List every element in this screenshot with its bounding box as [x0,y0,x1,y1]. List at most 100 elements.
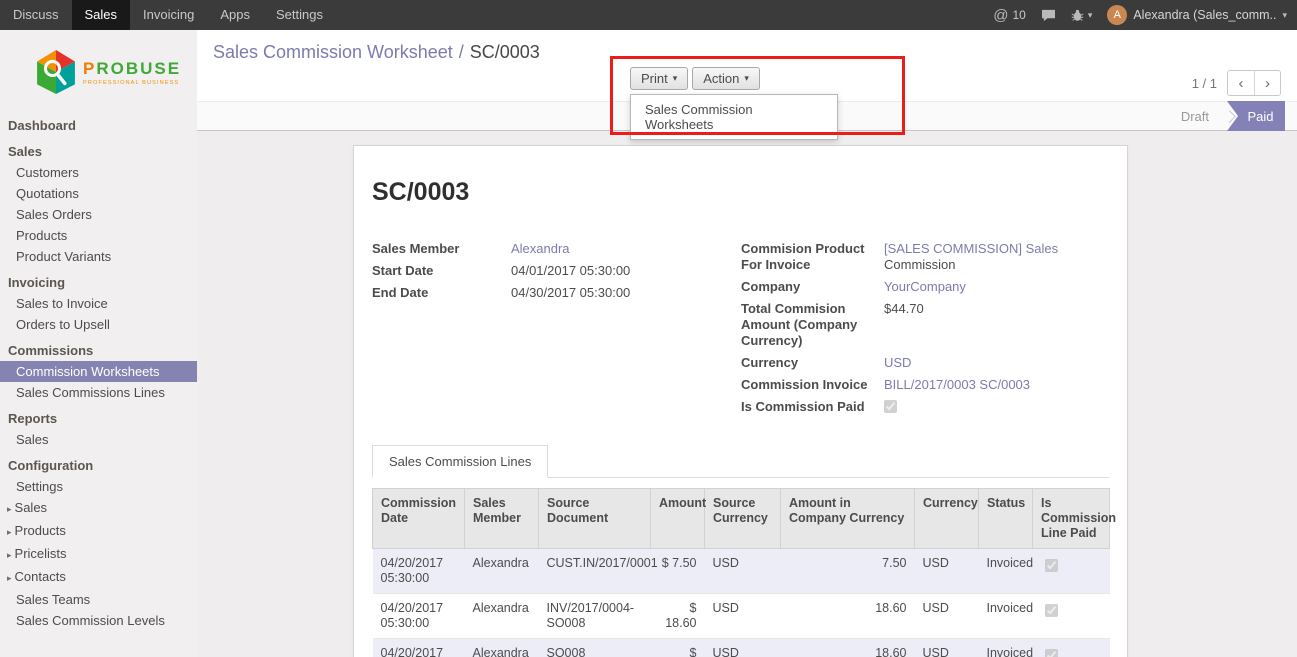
field-label: Is Commission Paid [741,399,884,415]
cell-status: Invoiced [979,639,1033,657]
sidebar-section-reports[interactable]: Reports [0,408,197,429]
commission-invoice-link[interactable]: BILL/2017/0003 SC/0003 [884,377,1030,392]
cell-amount-company: 18.60 [781,594,915,639]
chevron-down-icon: ▾ [1088,10,1093,21]
table-row[interactable]: 04/20/2017 05:30:00 Alexandra INV/2017/0… [373,594,1110,639]
cell-currency: USD [915,594,979,639]
sidebar-item-dashboard[interactable]: Dashboard [0,115,197,136]
cell-amount-company: 18.60 [781,639,915,657]
cell-member: Alexandra [465,639,539,657]
sidebar-item-config-sales[interactable]: ▸Sales [0,497,197,520]
messages-button[interactable] [1041,9,1056,22]
probuse-logo-icon [34,48,78,96]
menu-apps[interactable]: Apps [207,0,263,30]
user-menu[interactable]: A Alexandra (Sales_comm.. ▾ [1107,5,1287,25]
menu-sales[interactable]: Sales [72,0,131,30]
field-label: Currency [741,355,884,371]
cell-member: Alexandra [465,549,539,594]
commission-product-rest: Commission [884,257,956,272]
breadcrumb-separator: / [459,42,464,62]
sidebar-item-config-products[interactable]: ▸Products [0,520,197,543]
commission-lines-table: Commission Date Sales Member Source Docu… [372,488,1110,657]
pager-next-button[interactable]: › [1254,71,1280,95]
field-label: Start Date [372,263,511,279]
currency-link[interactable]: USD [884,355,911,370]
sidebar-item-sales-commissions-lines[interactable]: Sales Commissions Lines [0,382,197,403]
sidebar-item-products[interactable]: Products [0,225,197,246]
sidebar-item-config-settings[interactable]: Settings [0,476,197,497]
line-paid-checkbox[interactable] [1045,649,1058,657]
sidebar-item-sales-orders[interactable]: Sales Orders [0,204,197,225]
breadcrumb-parent-link[interactable]: Sales Commission Worksheet [213,42,453,62]
menu-item-sales-commission-worksheets[interactable]: Sales Commission Worksheets [631,95,837,139]
field-currency: Currency USD [741,355,1109,371]
logo-name: ROBUSE [96,59,181,78]
sidebar-item-orders-to-upsell[interactable]: Orders to Upsell [0,314,197,335]
status-chevron-icon [1223,110,1236,123]
sidebar-item-commission-worksheets[interactable]: Commission Worksheets [0,361,197,382]
sidebar-item-label: Pricelists [15,546,67,561]
content-area: SC/0003 Sales Member Alexandra Start Dat… [197,131,1297,657]
sidebar-item-sales-teams[interactable]: Sales Teams [0,589,197,610]
col-currency: Currency [915,489,979,549]
menu-invoicing[interactable]: Invoicing [130,0,207,30]
breadcrumb-current: SC/0003 [470,42,540,62]
col-status: Status [979,489,1033,549]
menu-settings[interactable]: Settings [263,0,336,30]
logo-tagline: PROFESSIONAL BUSINESS [83,80,181,86]
action-button[interactable]: Action▾ [692,67,760,90]
sidebar-item-sales-commission-levels[interactable]: Sales Commission Levels [0,610,197,631]
end-date-value: 04/30/2017 05:30:00 [511,285,630,301]
sidebar-section-configuration[interactable]: Configuration [0,455,197,476]
sales-member-link[interactable]: Alexandra [511,241,570,256]
sidebar-item-config-pricelists[interactable]: ▸Pricelists [0,543,197,566]
cell-currency: USD [915,639,979,657]
cell-line-paid [1033,549,1110,594]
sidebar: PROBUSE PROFESSIONAL BUSINESS Dashboard … [0,30,197,657]
form-sheet: SC/0003 Sales Member Alexandra Start Dat… [353,145,1128,657]
is-commission-paid-checkbox[interactable] [884,400,897,413]
start-date-value: 04/01/2017 05:30:00 [511,263,630,279]
line-paid-checkbox[interactable] [1045,559,1058,572]
field-total-commission: Total Commision Amount (Company Currency… [741,301,1109,349]
sidebar-item-customers[interactable]: Customers [0,162,197,183]
debug-menu-button[interactable]: ▾ [1071,9,1093,22]
pager-previous-button[interactable]: ‹ [1228,71,1254,95]
cell-line-paid [1033,639,1110,657]
table-row[interactable]: 04/20/2017 05:30:00 Alexandra CUST.IN/20… [373,549,1110,594]
probuse-logo: PROBUSE PROFESSIONAL BUSINESS [0,30,197,110]
logo-letter: P [83,59,96,78]
table-row[interactable]: 04/20/2017 10:35:53 Alexandra SO008 $ 18… [373,639,1110,657]
field-commission-invoice: Commission Invoice BILL/2017/0003 SC/000… [741,377,1109,393]
cell-status: Invoiced [979,549,1033,594]
col-sales-member: Sales Member [465,489,539,549]
field-start-date: Start Date 04/01/2017 05:30:00 [372,263,741,279]
sidebar-item-config-contacts[interactable]: ▸Contacts [0,566,197,589]
tab-sales-commission-lines[interactable]: Sales Commission Lines [372,445,548,478]
sidebar-item-reports-sales[interactable]: Sales [0,429,197,450]
menu-discuss[interactable]: Discuss [0,0,72,30]
breadcrumb: Sales Commission Worksheet / SC/0003 [213,42,540,63]
col-source-currency: Source Currency [705,489,781,549]
toolbar: Print▾ Action▾ [630,67,760,90]
sidebar-section-sales[interactable]: Sales [0,141,197,162]
sidebar-item-product-variants[interactable]: Product Variants [0,246,197,267]
mentions-button[interactable]: @ 10 [993,7,1026,24]
company-link[interactable]: YourCompany [884,279,966,294]
col-amount-company-currency: Amount in Company Currency [781,489,915,549]
sidebar-section-commissions[interactable]: Commissions [0,340,197,361]
total-commission-value: $44.70 [884,301,924,317]
line-paid-checkbox[interactable] [1045,604,1058,617]
at-mention-icon: @ [993,7,1008,24]
print-button[interactable]: Print▾ [630,67,688,90]
cell-amount: $ 18.60 [651,594,705,639]
sidebar-item-sales-to-invoice[interactable]: Sales to Invoice [0,293,197,314]
cell-doc: INV/2017/0004-SO008 [539,594,651,639]
status-draft[interactable]: Draft [1181,109,1209,124]
sidebar-section-invoicing[interactable]: Invoicing [0,272,197,293]
col-is-commission-line-paid: Is Commission Line Paid [1033,489,1110,549]
mention-count: 10 [1012,8,1025,22]
top-menu: Discuss Sales Invoicing Apps Settings [0,0,336,30]
sidebar-item-quotations[interactable]: Quotations [0,183,197,204]
commission-product-link[interactable]: [SALES COMMISSION] Sales [884,241,1058,256]
